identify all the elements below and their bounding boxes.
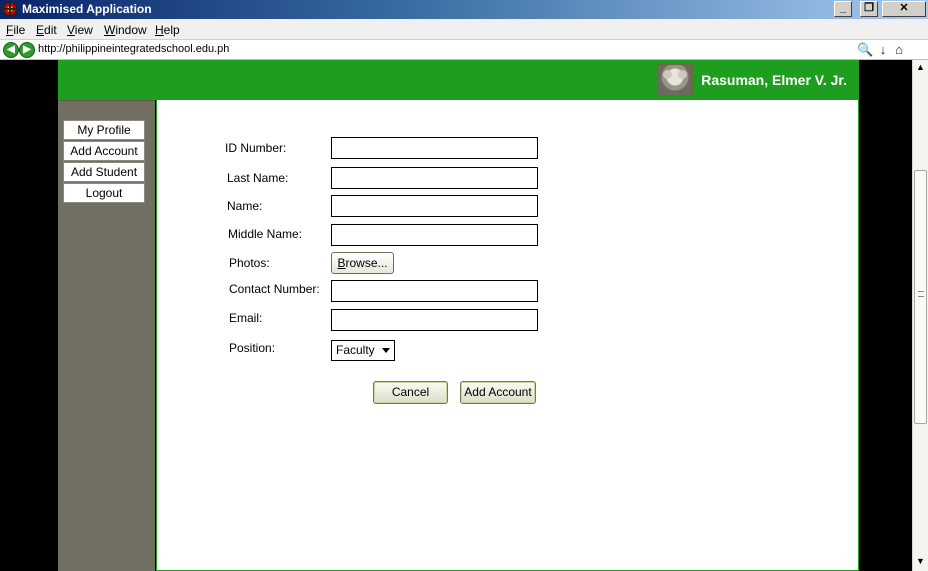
add-account-button[interactable]: Add Account xyxy=(460,381,536,404)
photos-label: Photos: xyxy=(229,256,270,270)
cancel-button[interactable]: Cancel xyxy=(373,381,448,404)
page-viewport: Rasuman, Elmer V. Jr. My Profile Add Acc… xyxy=(0,60,912,571)
last-name-label: Last Name: xyxy=(227,171,289,185)
position-value: Faculty xyxy=(336,343,375,357)
forward-button[interactable]: ▶ xyxy=(19,42,35,58)
contact-number-label: Contact Number: xyxy=(229,282,320,296)
scroll-thumb[interactable] xyxy=(914,170,927,424)
add-account-form: ID Number: Last Name: Name: Middle Name:… xyxy=(156,100,859,571)
last-name-field[interactable] xyxy=(331,167,538,189)
user-name: Rasuman, Elmer V. Jr. xyxy=(701,72,847,88)
email-label: Email: xyxy=(229,311,263,325)
url-field[interactable]: http://philippineintegratedschool.edu.ph xyxy=(38,43,229,55)
sidebar-item-logout[interactable]: Logout xyxy=(63,183,145,203)
sidebar-item-add-account[interactable]: Add Account xyxy=(63,141,145,161)
position-select[interactable]: Faculty xyxy=(331,340,395,361)
restore-icon: ❐ xyxy=(864,2,874,14)
browse-button[interactable]: Browse... xyxy=(331,252,394,274)
menu-file[interactable]: File xyxy=(6,23,25,37)
grip-icon xyxy=(918,291,924,297)
avatar xyxy=(657,64,693,96)
search-page-icon[interactable]: 🔍 xyxy=(857,42,873,58)
id-number-label: ID Number: xyxy=(225,141,287,155)
menu-help[interactable]: Help xyxy=(155,23,180,37)
forward-arrow-icon: ▶ xyxy=(23,44,31,55)
close-icon: ✕ xyxy=(899,2,909,14)
middle-name-field[interactable] xyxy=(331,224,538,246)
minimize-icon: _ xyxy=(839,2,847,14)
name-field[interactable] xyxy=(331,195,538,217)
site-header: Rasuman, Elmer V. Jr. xyxy=(58,60,859,100)
download-icon[interactable]: ↓ xyxy=(875,42,891,58)
scroll-up-icon[interactable]: ▲ xyxy=(913,60,928,75)
menu-bar: File Edit View Window Help xyxy=(0,19,928,40)
email-field[interactable] xyxy=(331,309,538,331)
chevron-down-icon xyxy=(382,348,390,353)
menu-window[interactable]: Window xyxy=(104,23,147,37)
name-label: Name: xyxy=(227,199,263,213)
home-icon[interactable]: ⌂ xyxy=(891,42,907,58)
app-icon xyxy=(2,1,18,17)
menu-edit[interactable]: Edit xyxy=(36,23,57,37)
menu-view[interactable]: View xyxy=(67,23,93,37)
sidebar: My Profile Add Account Add Student Logou… xyxy=(58,100,155,571)
id-number-field[interactable] xyxy=(331,137,538,159)
scroll-down-icon[interactable]: ▼ xyxy=(913,554,928,569)
address-bar: ◀ ▶ http://philippineintegratedschool.ed… xyxy=(0,40,928,60)
restore-button[interactable]: ❐ xyxy=(860,1,878,17)
window-title: Maximised Application xyxy=(22,2,152,16)
title-bar: Maximised Application _ ❐ ✕ xyxy=(0,0,928,19)
back-button[interactable]: ◀ xyxy=(3,42,19,58)
vertical-scrollbar[interactable]: ▲ ▼ xyxy=(912,60,928,571)
sidebar-item-my-profile[interactable]: My Profile xyxy=(63,120,145,140)
sidebar-item-add-student[interactable]: Add Student xyxy=(63,162,145,182)
contact-number-field[interactable] xyxy=(331,280,538,302)
position-label: Position: xyxy=(229,341,276,355)
close-button[interactable]: ✕ xyxy=(882,1,926,17)
back-arrow-icon: ◀ xyxy=(7,44,15,55)
minimize-button[interactable]: _ xyxy=(834,1,852,17)
middle-name-label: Middle Name: xyxy=(228,227,303,241)
